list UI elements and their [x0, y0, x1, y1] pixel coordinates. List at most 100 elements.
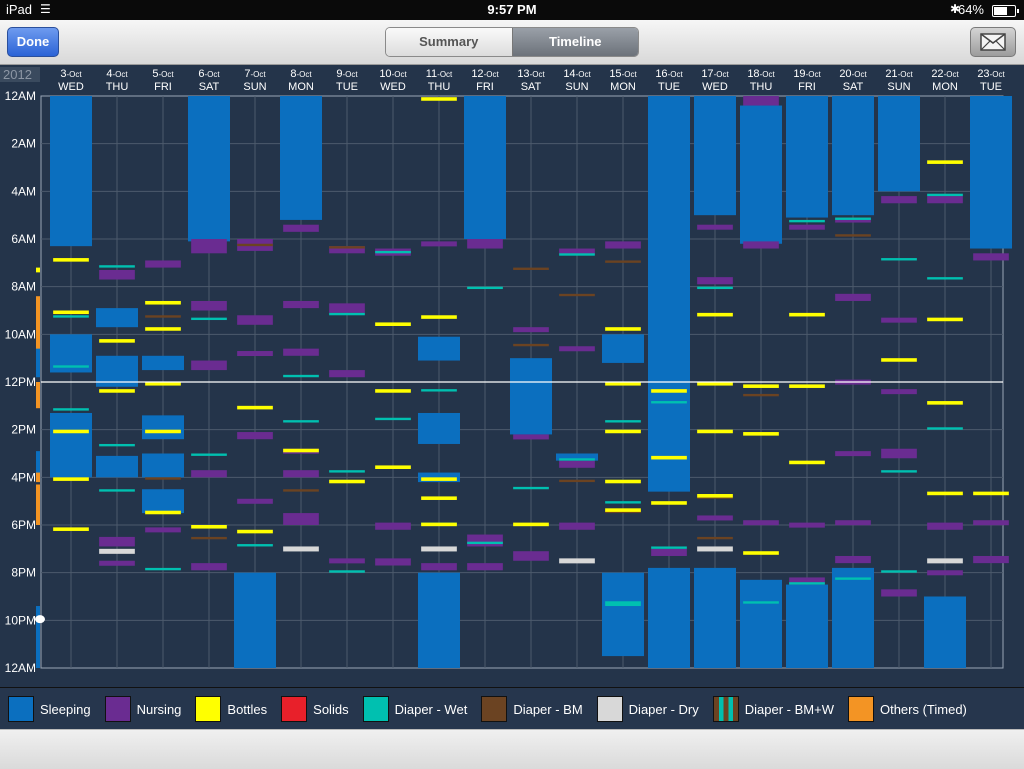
bottom-bar — [0, 729, 1024, 769]
day-date: 4-Oct — [106, 68, 128, 80]
bottle-mark — [651, 501, 687, 505]
day-date: 6-Oct — [198, 68, 220, 80]
bottle-mark — [145, 300, 181, 305]
legend-item: Diaper - BM+W — [712, 696, 834, 722]
nursing-block — [927, 196, 963, 204]
diaper-wet-mark — [605, 601, 641, 607]
timeline-svg[interactable]: 2012 3-OctWED4-OctTHU5-OctFRI6-OctSAT7-Oc… — [0, 65, 1024, 687]
sleep-block — [786, 584, 828, 668]
day-date: 19-Oct — [793, 68, 821, 80]
bottle-mark — [421, 97, 457, 101]
sleep-block — [280, 96, 322, 220]
day-date: 17-Oct — [701, 68, 729, 80]
nursing-block — [421, 241, 457, 247]
diaper-bm-mark — [513, 343, 549, 347]
diaper-wet-mark — [835, 577, 871, 580]
bottle-mark — [697, 494, 733, 498]
bottle-mark — [421, 496, 457, 500]
day-weekday: WED — [702, 81, 728, 93]
nursing-block — [283, 300, 319, 309]
y-tick-label: 12AM — [5, 89, 36, 103]
sleep-block — [832, 567, 874, 668]
view-segmented-control: Summary Timeline — [385, 27, 639, 57]
diaper-wet-mark — [145, 567, 181, 571]
bottle-mark — [329, 479, 365, 484]
nursing-block — [191, 470, 227, 478]
day-date: 7-Oct — [244, 68, 266, 80]
legend-item: Sleeping — [8, 696, 91, 722]
diaper-wet-mark — [697, 286, 733, 290]
side-event — [36, 451, 40, 473]
sleep-block — [740, 579, 782, 668]
sleep-block — [142, 355, 184, 371]
done-button[interactable]: Done — [7, 27, 59, 57]
bottle-mark — [513, 522, 549, 527]
diaper-wet-mark — [329, 312, 365, 316]
day-weekday: TUE — [658, 81, 680, 93]
nursing-block — [881, 389, 917, 395]
nursing-block — [881, 448, 917, 459]
day-date: 20-Oct — [839, 68, 867, 80]
diaper-wet-mark — [375, 250, 411, 254]
sleep-block — [694, 96, 736, 216]
day-date: 22-Oct — [931, 68, 959, 80]
nursing-block — [283, 348, 319, 356]
day-date: 3-Oct — [60, 68, 82, 80]
legend-label: Diaper - Wet — [394, 701, 468, 717]
diaper-wet-mark — [53, 315, 89, 318]
sleep-block — [234, 572, 276, 668]
day-date: 18-Oct — [747, 68, 775, 80]
legend-item: Others (Timed) — [847, 696, 967, 722]
diaper-wet-mark — [467, 541, 503, 545]
bottle-mark — [421, 522, 457, 527]
nursing-block — [513, 327, 549, 333]
mail-button[interactable] — [970, 27, 1016, 57]
diaper-wet-mark — [559, 458, 595, 461]
tab-timeline[interactable]: Timeline — [511, 28, 638, 56]
legend-label: Sleeping — [40, 701, 91, 717]
day-weekday: TUE — [336, 81, 358, 93]
nursing-block — [99, 536, 135, 547]
diaper-bm-mark — [513, 267, 549, 270]
day-weekday: THU — [428, 81, 451, 93]
diaper-bm-mark — [191, 536, 227, 540]
bottle-mark — [605, 327, 641, 331]
nursing-block — [743, 241, 779, 249]
diaper-dry-mark — [421, 546, 457, 552]
nursing-block — [283, 513, 319, 525]
legend-label: Bottles — [227, 701, 268, 717]
nursing-block — [421, 563, 457, 571]
day-date: 21-Oct — [885, 68, 913, 80]
nursing-block — [191, 360, 227, 371]
nursing-block — [283, 224, 319, 232]
diaper-wet-mark — [927, 193, 963, 197]
nursing-block — [559, 248, 595, 254]
tab-summary[interactable]: Summary — [386, 28, 512, 56]
day-date: 13-Oct — [517, 68, 545, 80]
bottle-mark — [237, 529, 273, 534]
diaper-bm-mark — [743, 393, 779, 397]
bottle-mark — [421, 477, 457, 481]
nursing-block — [513, 551, 549, 561]
diaper-wet-mark — [559, 253, 595, 256]
nursing-block — [927, 522, 963, 530]
nursing-block — [559, 346, 595, 352]
bottle-mark — [651, 389, 687, 393]
bottle-mark — [375, 322, 411, 326]
legend-item: Solids — [281, 696, 349, 722]
diaper-dry-mark — [99, 548, 135, 554]
day-date: 12-Oct — [471, 68, 499, 80]
nursing-block — [329, 370, 365, 378]
nursing-block — [513, 434, 549, 440]
diaper-bm-mark — [283, 489, 319, 492]
nursing-block — [973, 555, 1009, 564]
y-tick-label: 4AM — [11, 184, 36, 198]
diaper-wet-mark — [283, 374, 319, 378]
nursing-block — [651, 548, 687, 556]
diaper-bm-mark — [605, 260, 641, 263]
bottle-mark — [99, 389, 135, 393]
y-tick-label: 10PM — [5, 613, 36, 627]
bottle-mark — [99, 339, 135, 343]
day-date: 16-Oct — [655, 68, 683, 80]
day-date: 8-Oct — [290, 68, 312, 80]
